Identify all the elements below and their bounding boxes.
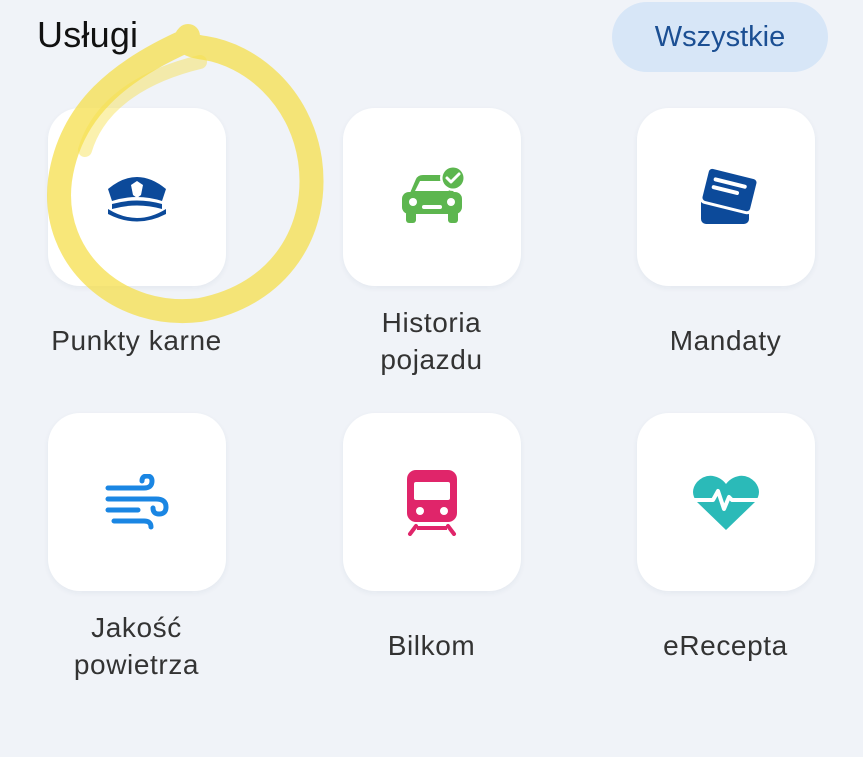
service-card[interactable] [637, 108, 815, 286]
service-card[interactable] [343, 413, 521, 591]
section-title: Usługi [37, 14, 139, 55]
service-card[interactable] [343, 108, 521, 286]
service-label: Punkty karne [51, 325, 222, 356]
heart-pulse-icon [691, 472, 761, 532]
service-label: eRecepta [663, 630, 788, 661]
service-label: Mandaty [669, 325, 782, 356]
see-all-button[interactable]: Wszystkie [612, 2, 828, 72]
service-label: Jakość powietrza [73, 612, 200, 680]
train-icon [404, 468, 460, 536]
services-section: Usługi Wszystkie Punkty karne Historia p… [0, 0, 863, 757]
service-label: Bilkom [387, 630, 476, 661]
service-card[interactable] [48, 413, 226, 591]
service-label: Historia pojazdu [380, 307, 483, 375]
car-check-icon [396, 165, 468, 229]
wind-icon [104, 474, 170, 530]
service-card[interactable] [637, 413, 815, 591]
police-cap-icon [104, 171, 170, 223]
ticket-cards-icon [693, 164, 759, 230]
service-card[interactable] [48, 108, 226, 286]
